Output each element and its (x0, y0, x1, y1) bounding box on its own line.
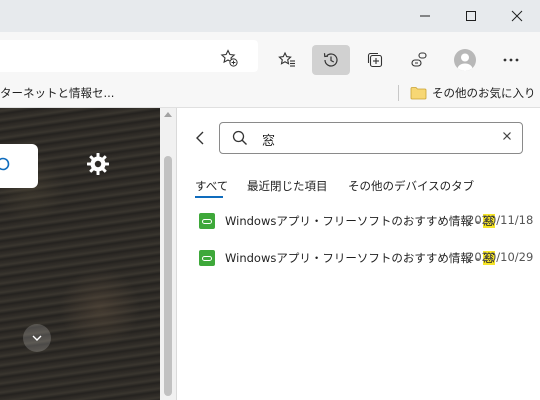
close-icon (511, 10, 523, 22)
profile-button[interactable] (454, 49, 476, 71)
gear-icon (87, 153, 109, 175)
chevron-down-icon (32, 335, 42, 341)
title-bar (0, 0, 540, 32)
page-search-box[interactable] (0, 144, 38, 188)
clear-search-button[interactable] (502, 130, 512, 145)
other-favorites-folder[interactable]: その他のお気に入り (432, 85, 536, 101)
site-favicon (199, 213, 215, 229)
history-search-input[interactable]: 窓 (219, 122, 523, 154)
star-plus-icon[interactable] (219, 48, 239, 68)
chevron-left-icon (196, 131, 204, 145)
history-button[interactable] (312, 45, 350, 75)
favorites-bar: ターネットと情報セ... その他のお気に入り (0, 78, 540, 108)
collections-icon (367, 52, 383, 68)
maximize-icon (466, 11, 476, 21)
history-item-title: Windowsアプリ・フリーソフトのおすすめ情報 - 窓 (225, 214, 495, 228)
history-item-date: 2020/11/18 (467, 213, 534, 227)
background-page (0, 108, 160, 400)
history-item[interactable]: Windowsアプリ・フリーソフトのおすすめ情報 - 窓 2020/11/18 (177, 209, 540, 233)
more-icon (503, 58, 519, 62)
history-panel: 窓 すべて 最近閉じた項目 その他のデバイスのタブ Windowsアプリ・フリー… (176, 108, 540, 400)
page-settings-button[interactable] (86, 152, 110, 180)
profile-icon (457, 53, 473, 71)
search-icon (232, 130, 247, 145)
address-bar[interactable] (0, 40, 258, 72)
history-item-title: Windowsアプリ・フリーソフトのおすすめ情報 - 窓 (225, 251, 495, 265)
history-search-value: 窓 (262, 134, 276, 149)
history-item-date: 2020/10/29 (467, 250, 534, 264)
tab-all[interactable]: すべて (195, 178, 228, 194)
tab-other-devices[interactable]: その他のデバイスのタブ (348, 178, 474, 194)
scroll-up-arrow-icon[interactable] (164, 112, 172, 117)
back-button[interactable] (191, 128, 211, 148)
maximize-button[interactable] (448, 0, 494, 32)
page-scrollbar[interactable] (160, 108, 176, 400)
minimize-button[interactable] (402, 0, 448, 32)
close-icon (503, 132, 511, 140)
collections-button[interactable] (356, 45, 394, 75)
history-icon (323, 53, 338, 67)
active-tab-indicator (195, 196, 223, 198)
more-button[interactable] (492, 45, 530, 75)
history-item[interactable]: Windowsアプリ・フリーソフトのおすすめ情報 - 窓 2020/10/29 (177, 246, 540, 270)
search-icon (0, 157, 10, 171)
scroll-thumb[interactable] (164, 156, 172, 396)
games-button[interactable] (400, 45, 438, 75)
favorites-icon (278, 51, 295, 67)
page-scroll-down-button[interactable] (23, 324, 51, 352)
folder-icon (410, 87, 427, 100)
favorites-button[interactable] (268, 45, 306, 75)
close-button[interactable] (494, 0, 540, 32)
favorites-divider (398, 85, 399, 101)
site-favicon (199, 250, 215, 266)
tab-recently-closed[interactable]: 最近閉じた項目 (247, 178, 328, 194)
favorite-item[interactable]: ターネットと情報セ... (0, 85, 114, 101)
minimize-icon (420, 15, 430, 17)
games-icon (411, 52, 427, 67)
